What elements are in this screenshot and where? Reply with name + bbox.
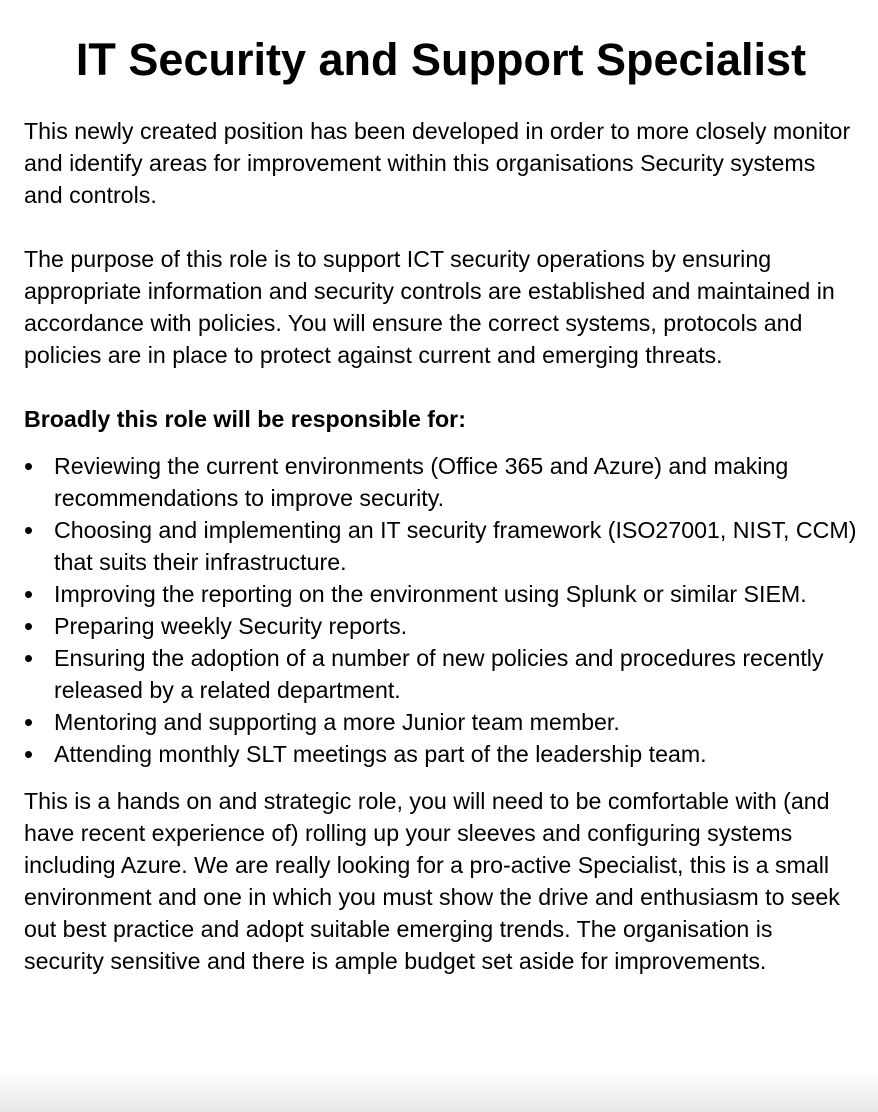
bullet-icon xyxy=(25,527,32,534)
responsibilities-heading: Broadly this role will be responsible fo… xyxy=(24,406,466,432)
job-description-page: IT Security and Support Specialist This … xyxy=(0,0,878,1112)
bottom-fade xyxy=(0,1072,878,1112)
list-item-text: Reviewing the current environments (Offi… xyxy=(54,453,789,511)
list-item-text: Improving the reporting on the environme… xyxy=(54,581,807,607)
bullet-icon xyxy=(25,655,32,662)
page-title: IT Security and Support Specialist xyxy=(75,34,807,85)
purpose-paragraph: The purpose of this role is to support I… xyxy=(24,246,835,368)
list-item: Attending monthly SLT meetings as part o… xyxy=(24,738,858,770)
bullet-icon xyxy=(25,623,32,630)
bullet-icon xyxy=(25,719,32,726)
list-item: Preparing weekly Security reports. xyxy=(24,610,858,642)
list-item: Improving the reporting on the environme… xyxy=(24,578,858,610)
list-item-text: Mentoring and supporting a more Junior t… xyxy=(54,709,620,735)
list-item-text: Preparing weekly Security reports. xyxy=(54,613,408,639)
bullet-icon xyxy=(25,591,32,598)
list-item-text: Ensuring the adoption of a number of new… xyxy=(54,645,824,703)
closing-paragraph: This is a hands on and strategic role, y… xyxy=(24,788,840,974)
intro-paragraph: This newly created position has been dev… xyxy=(24,118,851,208)
bullet-icon xyxy=(25,463,32,470)
bullet-icon xyxy=(25,751,32,758)
list-item: Ensuring the adoption of a number of new… xyxy=(24,642,858,706)
list-item: Mentoring and supporting a more Junior t… xyxy=(24,706,858,738)
list-item-text: Choosing and implementing an IT security… xyxy=(54,517,857,575)
list-item: Reviewing the current environments (Offi… xyxy=(24,450,858,514)
responsibilities-list: Reviewing the current environments (Offi… xyxy=(24,450,858,770)
list-item-text: Attending monthly SLT meetings as part o… xyxy=(54,741,707,767)
list-item: Choosing and implementing an IT security… xyxy=(24,514,858,578)
